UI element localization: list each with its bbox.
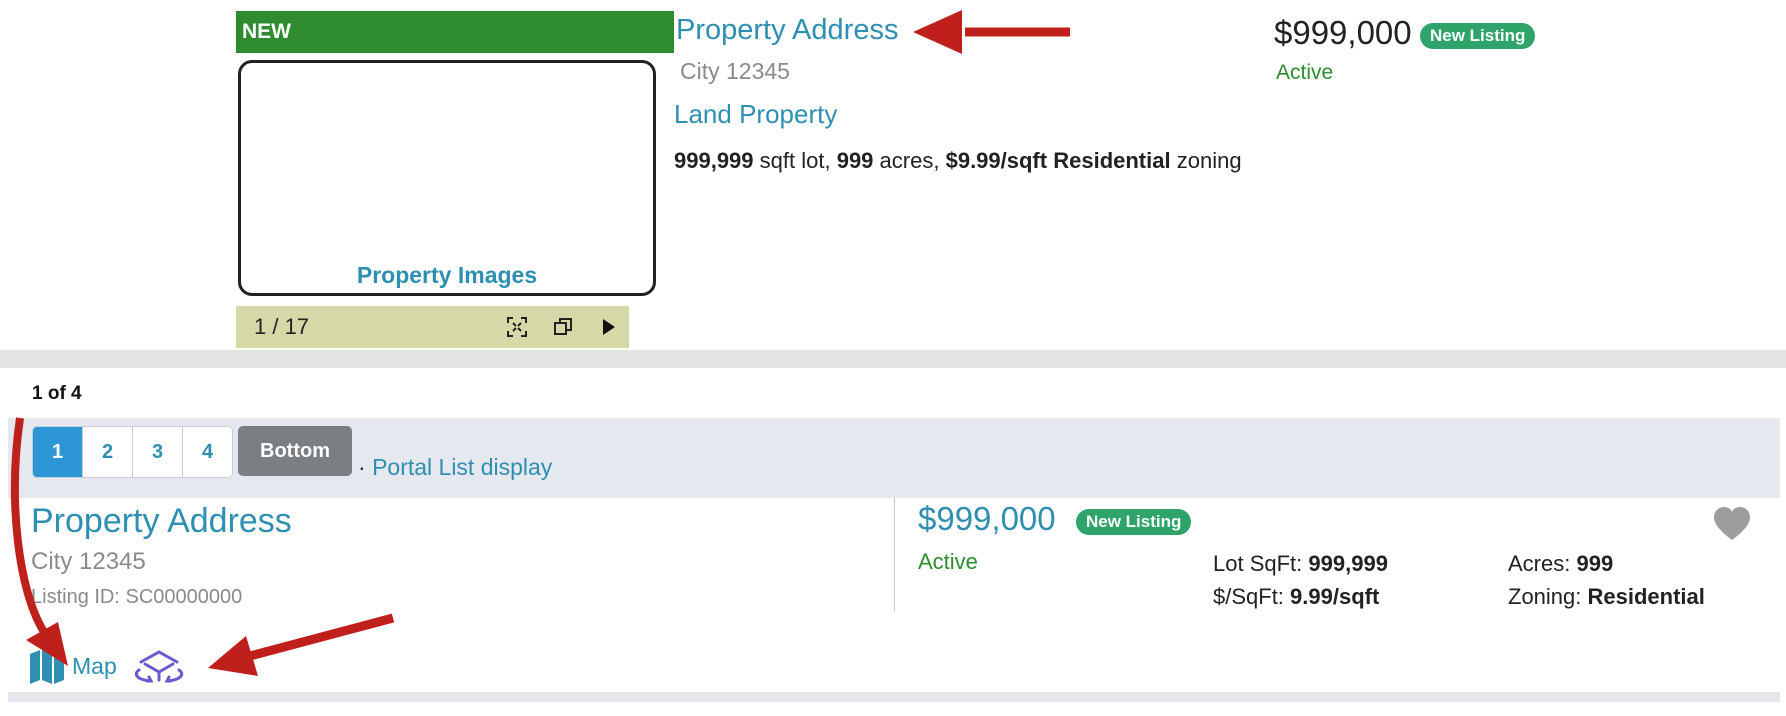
zoning-label: zoning (1176, 148, 1242, 173)
lot-sqft-label: sqft lot, (759, 148, 831, 173)
top-property-address[interactable]: Property Address (676, 14, 898, 47)
listing-address[interactable]: Property Address (31, 502, 292, 541)
portal-list-link-text[interactable]: Portal List display (372, 454, 552, 480)
price-sqft-fact: $/SqFt: 9.99/sqft (1213, 584, 1379, 610)
acres-value: 999 (836, 148, 874, 173)
zoning-fact-label: Zoning: (1508, 584, 1582, 609)
lot-sqft-fact-label: Lot SqFt: (1213, 551, 1303, 576)
pagination: 1 2 3 4 (32, 426, 233, 478)
section-divider (0, 350, 1786, 368)
listing-city: City 12345 (31, 548, 146, 575)
listing-new-badge: New Listing (1076, 509, 1192, 535)
top-city: City 12345 (680, 58, 790, 84)
lot-sqft-fact-value: 999,999 (1308, 551, 1388, 576)
listing-price: $999,000 (918, 500, 1056, 537)
separator: · (358, 454, 366, 480)
page-summary: 1 of 4 (32, 383, 82, 404)
lot-sqft-fact: Lot SqFt: 999,999 (1213, 551, 1388, 577)
map-icon[interactable] (28, 647, 66, 685)
lot-sqft-value: 999,999 (674, 148, 754, 173)
new-listing-badge: New Listing (1420, 23, 1536, 49)
page-3-button[interactable]: 3 (133, 427, 183, 477)
price-per-sqft-value: $9.99/sqft (945, 148, 1048, 173)
top-price: $999,000 (1274, 14, 1412, 51)
top-status: Active (1276, 61, 1334, 84)
zoning-value: Residential (1053, 148, 1171, 173)
property-image-frame[interactable]: Property Images (238, 60, 656, 296)
listing-actions: Map (28, 646, 187, 686)
heart-icon[interactable] (1712, 506, 1752, 542)
top-facts-line: 999,999 sqft lot, 999 acres, $9.99/sqft … (674, 148, 1242, 174)
gallery-controls: 1 / 17 (236, 306, 629, 348)
panel-footer-strip (8, 692, 1780, 702)
zoning-fact: Zoning: Residential (1508, 584, 1705, 610)
listing-id: Listing ID: SC00000000 (31, 586, 243, 608)
play-icon[interactable] (597, 316, 619, 338)
gallery-counter: 1 / 17 (254, 314, 310, 339)
acres-fact-value: 999 (1576, 551, 1614, 576)
page-4-button[interactable]: 4 (183, 427, 232, 477)
acres-fact: Acres: 999 (1508, 551, 1613, 577)
acres-label: acres, (879, 148, 940, 173)
bottom-button[interactable]: Bottom (238, 426, 352, 476)
virtual-tour-icon[interactable] (131, 646, 187, 686)
zoning-fact-value: Residential (1587, 584, 1705, 609)
popout-icon[interactable] (552, 316, 574, 338)
page-1-button[interactable]: 1 (33, 427, 83, 477)
price-sqft-fact-label: $/SqFt: (1213, 584, 1284, 609)
expand-icon[interactable] (506, 316, 528, 338)
acres-fact-label: Acres: (1508, 551, 1571, 576)
portal-list-display-link: · Portal List display (358, 454, 552, 481)
page-2-button[interactable]: 2 (83, 427, 133, 477)
map-link[interactable]: Map (72, 653, 117, 680)
listing-status: Active (918, 549, 978, 574)
column-divider (894, 498, 895, 612)
new-banner: NEW (236, 11, 674, 53)
property-images-label: Property Images (356, 262, 538, 288)
property-type-link[interactable]: Land Property (674, 99, 837, 130)
price-sqft-fact-value: 9.99/sqft (1290, 584, 1380, 609)
arrow-to-address (913, 10, 1070, 54)
